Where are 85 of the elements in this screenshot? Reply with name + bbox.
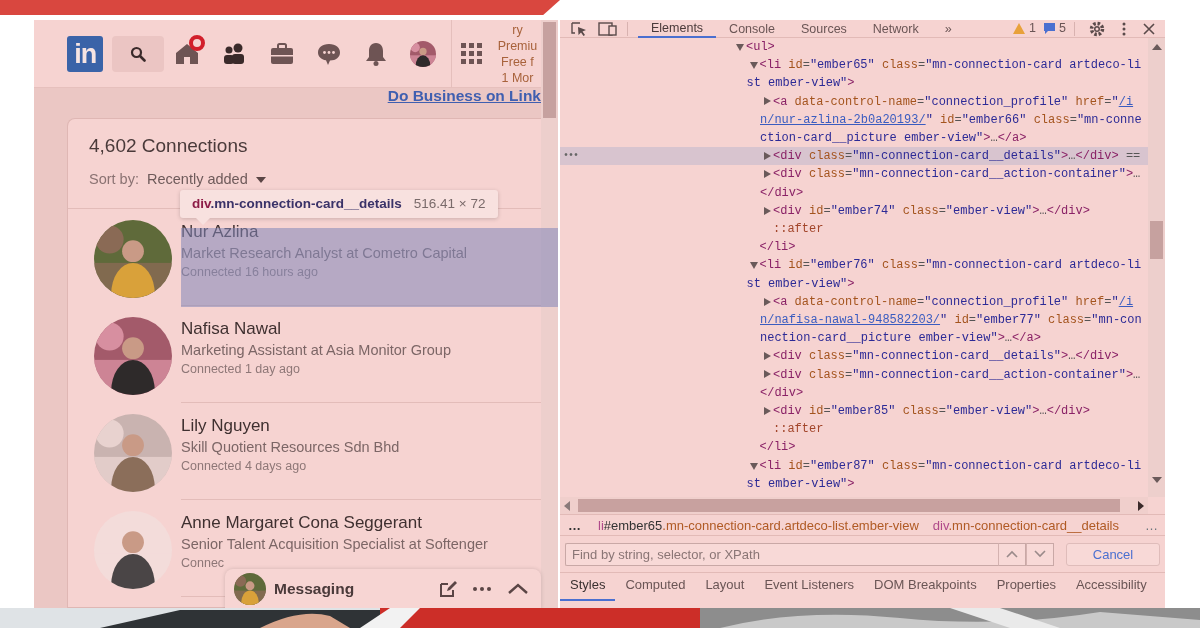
scroll-left-icon[interactable] [564,500,570,511]
dom-node-line[interactable]: </li> [560,238,1148,257]
more-tabs-button[interactable]: » [931,19,965,38]
dom-node-line[interactable]: </li> [560,438,1148,457]
devtools-tab[interactable]: Console [716,19,788,38]
connected-time: Connec [181,555,226,572]
connected-time: Connected 1 day ago [181,361,301,378]
settings-icon[interactable] [1089,20,1105,37]
connections-count: 4,602 Connections [88,134,249,157]
dom-node-line[interactable]: </div> [560,383,1148,403]
dom-node-line[interactable]: <ul> [560,38,1148,57]
search-icon [130,45,146,62]
styles-pane-tab[interactable]: DOM Breakpoints [864,574,987,601]
connection-headline: Marketing Assistant at Asia Monitor Group [181,341,452,360]
dom-node-line[interactable]: ::after [560,420,1148,439]
connection-name[interactable]: Nur Azlina [181,221,541,243]
scroll-down-icon[interactable] [1151,477,1162,483]
gutter-menu[interactable]: ••• [563,147,578,166]
dom-node-line[interactable]: <li id="ember87" class="mn-connection-card artdeco-list ember-view"> [560,456,1148,494]
scroll-right-icon[interactable] [1138,500,1144,511]
dom-node-line[interactable]: <div class="mn-connection-card__details">…</div> [560,347,1148,366]
apps-grid-icon[interactable] [460,43,482,64]
connection-headline: Senior Talent Acquisition Specialist at Softenger [181,535,489,554]
premium-promo-text[interactable]: ry [512,21,523,38]
scrollbar-thumb[interactable] [1150,221,1163,259]
dom-node-line[interactable]: <a data-control-name="connection_profile" href="/in/nafisa-nawal-948582203/" id="ember77" class="mn-connection-card__picture ember-view">…</a> [560,292,1148,348]
inspect-icon[interactable] [570,20,588,37]
dom-node-line[interactable]: <li id="ember65" class="mn-connection-card artdeco-list ember-view"> [560,56,1148,93]
promo-link[interactable]: Do Business on Link [387,88,541,104]
caret-icon [255,176,266,183]
dom-node-line[interactable]: <div id="ember74" class="ember-view">…</div> [560,201,1148,221]
dom-node-line[interactable]: <div class="mn-connection-card__action-container">… [560,365,1148,384]
styles-pane-tab[interactable]: Styles [560,574,616,601]
chevron-up-icon [1006,550,1018,558]
chevron-up-icon[interactable] [507,582,529,596]
close-icon[interactable] [1143,22,1155,35]
dom-node-line[interactable]: <li id="ember76" class="mn-connection-card artdeco-list ember-view"> [560,256,1148,293]
scroll-up-icon[interactable] [1151,44,1162,50]
breadcrumb-item[interactable]: div.mn-connection-card__details [925,514,1126,536]
styles-pane-tab[interactable]: Computed [615,574,696,601]
styles-pane-tab[interactable]: Properties [986,574,1066,601]
messages-counter[interactable]: 5 [1044,19,1066,38]
styles-pane-tab[interactable]: Accessibility [1065,574,1157,601]
dom-node-line[interactable]: </div> [560,183,1148,202]
styles-pane-tab[interactable]: Event Listeners [754,574,865,601]
compose-icon[interactable] [439,580,457,598]
breadcrumb-item[interactable]: li#ember65.mn-connection-card.artdeco-list.ember-view [591,514,926,536]
premium-promo-text[interactable]: 1 Mor [501,69,534,86]
disclosure-triangle[interactable] [736,41,746,52]
sort-label: Sort by: [89,170,139,189]
connected-time: Connected 4 days ago [181,458,308,475]
breadcrumb-item[interactable]: … [1138,514,1165,536]
dom-node-line[interactable]: <a data-control-name="connection_profile" href="/in/nur-azlina-2b0a20193/" id="ember66" class="mn-connection-card__picture ember-view">…</a> [560,92,1148,148]
dom-node-line[interactable]: <div class="mn-connection-card__action-container">… [560,165,1148,184]
disclosure-triangle[interactable] [749,460,760,471]
message-icon [1044,23,1056,34]
connection-headline: Skill Quotient Resources Sdn Bhd [181,438,401,457]
scrollbar-thumb[interactable] [543,22,556,118]
sort-dropdown[interactable]: Recently added [146,169,266,191]
kebab-menu-icon[interactable] [1121,20,1127,37]
chevron-down-icon [1034,550,1046,558]
element-size: 516.41 × 72 [413,194,486,213]
element-selector: div.mn-connection-card__details [192,194,402,213]
devtools-tab[interactable]: Elements [638,19,717,38]
briefcase-icon[interactable] [268,40,295,67]
search-field[interactable]: Find by string, selector, or XPath [565,542,998,566]
devtools-tab[interactable]: Network [859,19,932,38]
warnings-counter[interactable]: 1 [1013,19,1037,38]
devtools-tab[interactable]: Sources [788,19,860,38]
connection-name[interactable]: Lily Nguyen [181,415,541,437]
premium-promo-text[interactable]: Free f [501,53,534,70]
connection-name[interactable]: Nafisa Nawal [181,318,541,340]
breadcrumb-item[interactable]: … [560,514,591,536]
warning-icon [1013,23,1026,34]
messaging-label[interactable]: Messaging [274,577,431,601]
device-toggle-icon[interactable] [598,20,618,37]
search-button[interactable] [112,35,164,72]
dom-node-line[interactable]: <div id="ember85" class="ember-view">…</div> [560,402,1148,421]
logo[interactable]: in [67,35,104,72]
dom-node-line[interactable]: ::after [560,220,1148,239]
connection-name[interactable]: Anne Margaret Cona Seggerant [181,512,541,534]
scrollbar-thumb[interactable] [578,499,1120,512]
cancel-button[interactable]: Cancel [1066,542,1160,566]
premium-promo-text[interactable]: Premiu [497,37,538,54]
styles-pane-tab[interactable]: Layout [695,574,755,601]
